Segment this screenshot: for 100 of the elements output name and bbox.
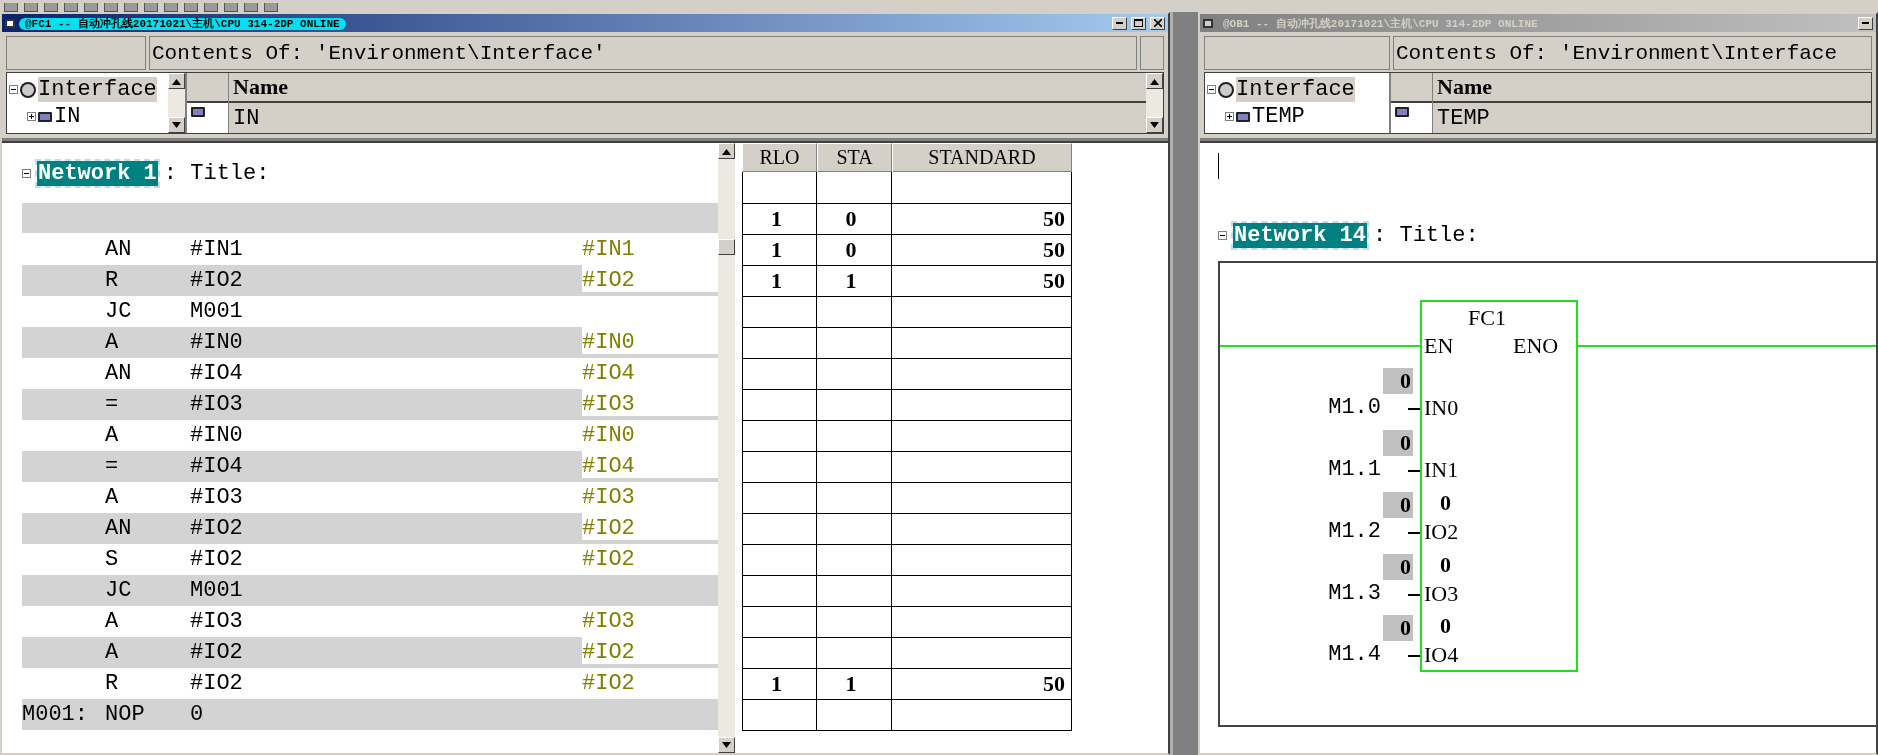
operand: #IO2 (190, 547, 243, 572)
symbol-text: #IO4 (582, 454, 635, 479)
toolbar-icon[interactable] (64, 3, 78, 12)
column-header[interactable]: Name (1433, 73, 1871, 103)
pin-label: IN0 (1424, 395, 1459, 421)
status-value: 0 (1383, 615, 1413, 641)
instruction: S (105, 547, 119, 572)
table-cell: 50 (892, 266, 1072, 297)
toolbar-icon[interactable] (4, 3, 18, 12)
minimize-button[interactable] (1112, 16, 1127, 30)
column-header[interactable]: RLO (742, 143, 817, 172)
table-cell[interactable]: TEMP (1433, 103, 1871, 133)
interface-icon (20, 81, 36, 98)
scroll-thumb[interactable] (718, 239, 735, 255)
network-label[interactable]: Network 1 (37, 160, 158, 186)
scroll-down-button[interactable] (718, 737, 735, 753)
tree-item[interactable]: TEMP (1252, 104, 1305, 129)
instruction: AN (105, 516, 132, 541)
scrollbar[interactable] (718, 143, 735, 753)
symbol-text: #IO3 (582, 485, 635, 510)
tree-expander[interactable] (1225, 112, 1234, 121)
pin-label: IO4 (1424, 642, 1459, 668)
toolbar-icon[interactable] (184, 3, 198, 12)
table-cell[interactable]: IN (229, 103, 1146, 133)
toolbar-icon[interactable] (204, 3, 218, 12)
toolbar-icon[interactable] (124, 3, 138, 12)
operand: #IO4 (190, 454, 243, 479)
pin-line (1408, 655, 1420, 657)
toolbar-icon[interactable] (144, 3, 158, 12)
pin-label: EN (1424, 333, 1454, 359)
symbol-text: #IO2 (582, 671, 635, 696)
tree-item[interactable]: Interface (1236, 77, 1355, 102)
parameter-icon (38, 111, 52, 122)
toolbar-icon[interactable] (24, 3, 38, 12)
maximize-icon (1134, 19, 1143, 27)
close-button[interactable] (1150, 16, 1165, 30)
operand: #IO4 (190, 361, 243, 386)
toolbar-icon[interactable] (164, 3, 178, 12)
tree-item[interactable]: IN (54, 104, 81, 129)
close-icon (1153, 19, 1162, 27)
toolbar-icon[interactable] (244, 3, 258, 12)
toolbar-icon[interactable] (44, 3, 58, 12)
operand: #IN1 (190, 237, 243, 262)
scrollbar[interactable] (168, 73, 185, 133)
status-value: 0 (1440, 490, 1452, 516)
table-cell: 1 (817, 266, 892, 297)
interface-icon (1218, 81, 1234, 98)
operand: M1.4 (1328, 642, 1381, 667)
function-block[interactable] (1420, 300, 1578, 672)
toolbar-icon[interactable] (224, 3, 238, 12)
contents-heading: Contents Of: 'Environment\Interface (1393, 36, 1872, 70)
symbol-text: #IO3 (582, 609, 635, 634)
instruction: JC (105, 299, 132, 324)
instruction: = (105, 454, 119, 479)
operand: #IN0 (190, 423, 243, 448)
network-title: : Title: (1373, 222, 1479, 248)
operand: M001 (190, 299, 243, 324)
table-cell: 1 (817, 669, 892, 700)
status-value: 0 (1383, 492, 1413, 518)
symbol-text: #IN0 (582, 330, 635, 355)
collapse-icon[interactable] (22, 168, 31, 178)
text-cursor (1218, 153, 1219, 179)
tree-expander[interactable] (27, 112, 36, 121)
pin-line (1408, 470, 1420, 472)
instruction: R (105, 671, 119, 696)
tree-expander[interactable] (9, 85, 18, 94)
symbol-text: #IO2 (582, 640, 635, 665)
column-header[interactable]: STANDARD (892, 143, 1072, 172)
instruction: AN (105, 361, 132, 386)
column-header[interactable]: Name (229, 73, 1146, 103)
column-header[interactable] (187, 73, 228, 103)
symbol-text: #IN0 (582, 423, 635, 448)
tree-item[interactable]: Interface (38, 77, 157, 102)
operand: #IO3 (190, 392, 243, 417)
table-cell: 0 (817, 204, 892, 235)
pin-line (1408, 532, 1420, 534)
minimize-button[interactable] (1858, 16, 1873, 30)
collapse-icon[interactable] (1218, 230, 1227, 240)
scroll-down-button[interactable] (168, 117, 185, 133)
scrollbar[interactable] (1146, 73, 1163, 133)
scroll-up-button[interactable] (718, 143, 735, 159)
scroll-up-button[interactable] (1146, 73, 1163, 89)
toolbar-icon[interactable] (84, 3, 98, 12)
column-header[interactable]: STA (817, 143, 892, 172)
instruction: = (105, 392, 119, 417)
instruction: A (105, 609, 119, 634)
table-cell: 50 (892, 235, 1072, 266)
tree-expander[interactable] (1207, 85, 1216, 94)
window-icon (5, 18, 15, 28)
column-header[interactable] (1391, 73, 1432, 103)
toolbar-icon[interactable] (104, 3, 118, 12)
network-label[interactable]: Network 14 (1233, 222, 1368, 248)
toolbar-icon[interactable] (264, 3, 278, 12)
scroll-up-button[interactable] (168, 73, 185, 89)
maximize-button[interactable] (1131, 16, 1146, 30)
down-arrow-icon (172, 121, 181, 129)
scroll-down-button[interactable] (1146, 117, 1163, 133)
up-arrow-icon (172, 77, 181, 85)
instruction: NOP (105, 702, 145, 727)
operand: 0 (190, 702, 204, 727)
